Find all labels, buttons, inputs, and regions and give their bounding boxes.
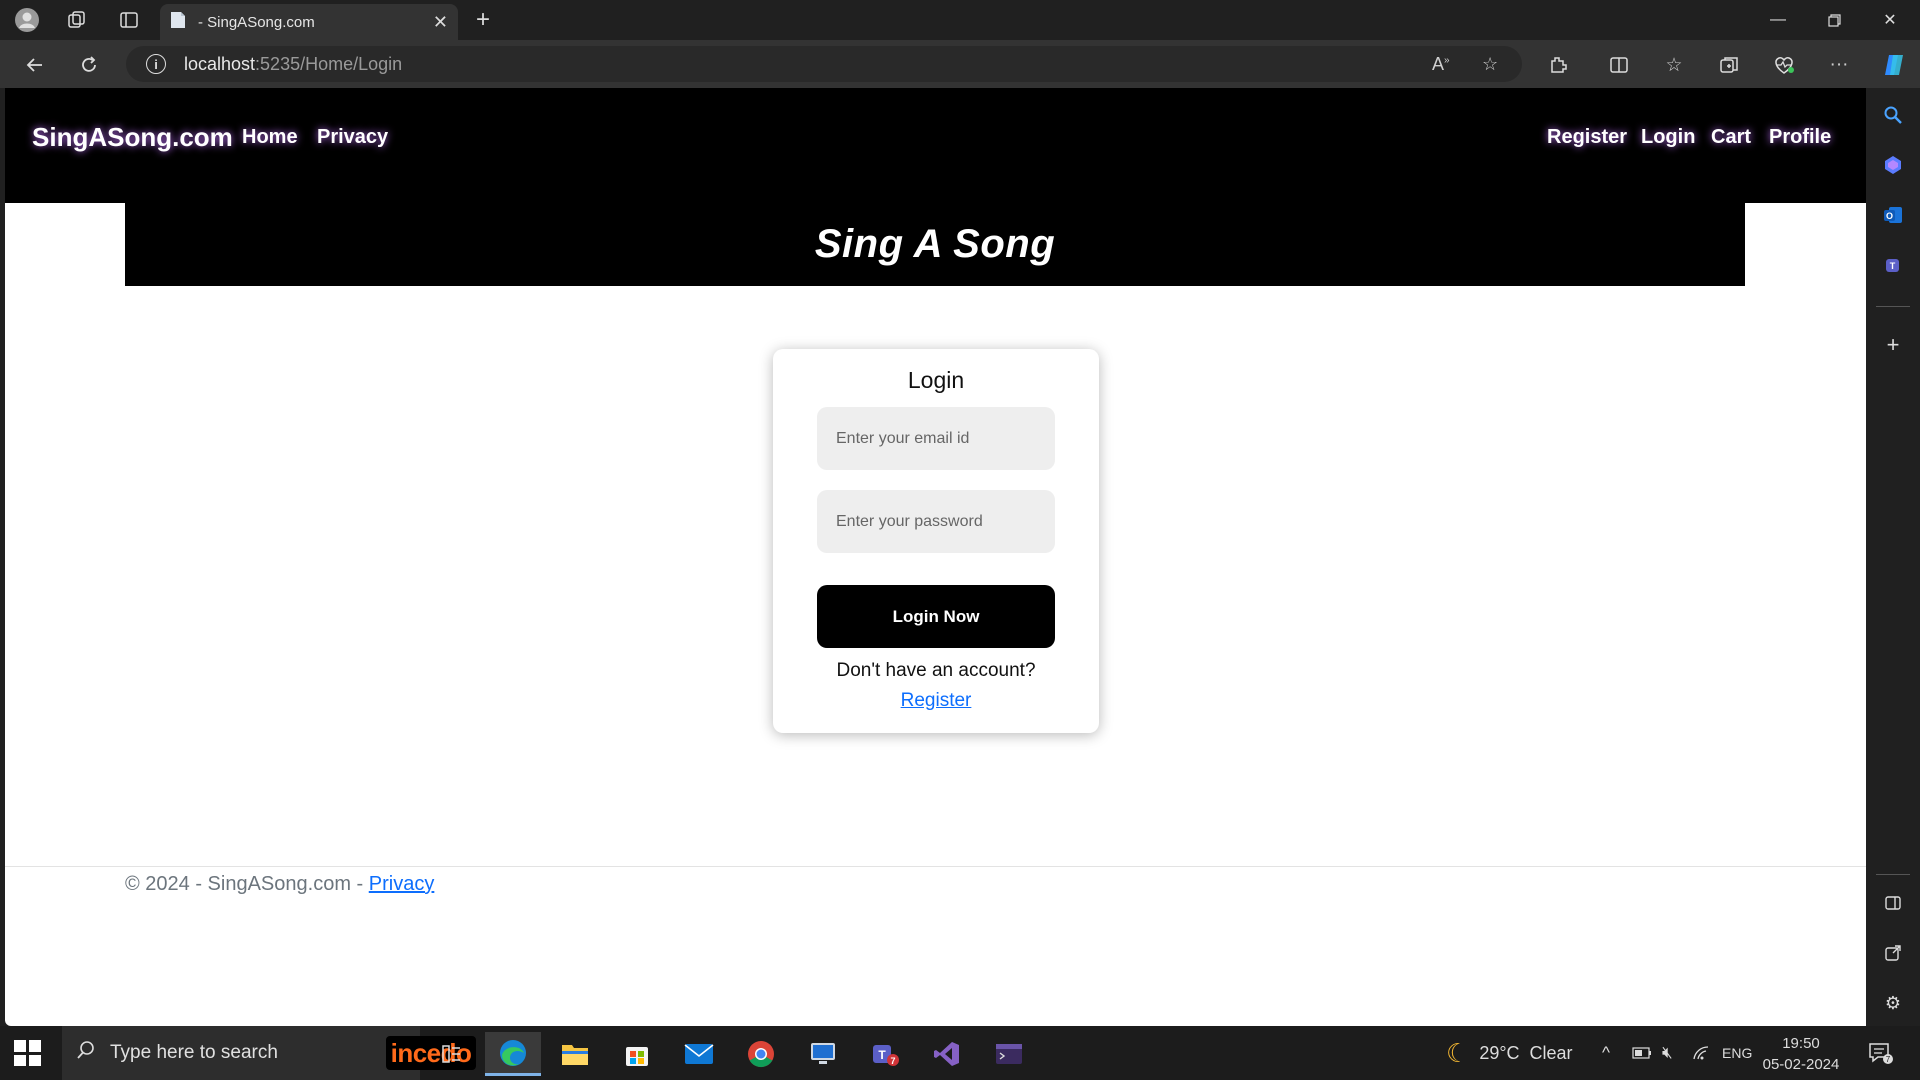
tray-chevron-up-icon[interactable]: ^ [1602,1026,1610,1080]
url-text[interactable]: localhost:5235/Home/Login [184,54,402,75]
close-tab-icon[interactable]: ✕ [433,12,448,33]
site-brand-link[interactable]: SingASong.com [32,122,233,153]
page-viewport: SingASong.com Home Privacy Register Logi… [5,88,1866,1026]
windows-taskbar: Type here to search incedo T7 ☾ 29°C Cle… [0,1026,1920,1080]
taskbar-mail-icon[interactable] [671,1032,727,1076]
sidebar-outlook-icon[interactable]: O [1878,200,1908,230]
browser-tab-bar: - SingASong.com ✕ + — ✕ [0,0,1920,40]
taskbar-visual-studio-icon[interactable] [919,1032,975,1076]
wifi-icon[interactable] [1692,1026,1710,1080]
login-now-button[interactable]: Login Now [817,585,1055,648]
profile-avatar-icon[interactable] [12,6,42,34]
sidebar-divider [1876,306,1910,307]
taskbar-remote-desktop-icon[interactable] [795,1032,851,1076]
taskbar-search-box[interactable]: Type here to search incedo [62,1026,476,1080]
taskbar-terminal-icon[interactable] [981,1032,1037,1076]
extensions-icon[interactable] [1542,50,1574,80]
taskbar-teams-icon[interactable]: T7 [857,1032,913,1076]
notification-center-icon[interactable]: 7 [1868,1026,1894,1080]
footer-privacy-link[interactable]: Privacy [369,873,435,895]
more-options-icon[interactable]: ··· [1823,50,1855,80]
battery-icon[interactable] [1632,1026,1652,1080]
nav-link-cart[interactable]: Cart [1711,126,1751,149]
footer-divider [5,866,1866,867]
nav-link-home[interactable]: Home [242,126,298,149]
close-window-icon[interactable]: ✕ [1862,0,1918,40]
banner-title: Sing A Song [814,222,1056,266]
svg-text:7: 7 [1886,1055,1891,1064]
nav-link-privacy[interactable]: Privacy [317,126,388,149]
sidebar-hide-icon[interactable] [1878,888,1908,918]
taskbar-store-icon[interactable] [609,1032,665,1076]
site-navbar: SingASong.com Home Privacy Register Logi… [5,88,1866,203]
address-toolbar: i localhost:5235/Home/Login A» ☆ ☆ ··· [0,40,1920,88]
back-arrow-icon[interactable] [18,50,52,80]
sidebar-divider [1876,874,1910,875]
read-aloud-icon[interactable]: A» [1432,54,1450,75]
active-tab[interactable]: - SingASong.com ✕ [160,4,458,40]
new-tab-button[interactable]: + [468,6,498,34]
copilot-icon[interactable] [1878,50,1910,80]
login-card: Login Login Now Don't have an account? R… [773,349,1099,733]
sidebar-teams-icon[interactable]: T [1878,250,1908,280]
volume-muted-icon[interactable]: 🔇︎ [1662,1026,1673,1080]
sidebar-settings-gear-icon[interactable]: ⚙ [1878,988,1908,1018]
svg-text:7: 7 [890,1056,895,1066]
windows-start-icon[interactable] [12,1038,42,1068]
sidebar-copilot-icon[interactable] [1878,150,1908,180]
collections-icon[interactable] [1713,50,1745,80]
svg-text:T: T [1890,261,1896,271]
password-input[interactable] [817,490,1055,553]
site-info-icon[interactable]: i [146,54,166,74]
search-icon [76,1040,96,1066]
no-account-text: Don't have an account? [836,660,1036,681]
edge-sidebar: O T + ⚙ [1866,88,1920,1026]
weather-text: 29°C Clear [1479,1042,1573,1063]
hero-banner: Sing A Song [125,203,1745,286]
url-bar[interactable]: i localhost:5235/Home/Login A» ☆ [126,46,1522,82]
favorite-star-icon[interactable]: ☆ [1482,54,1498,75]
register-link[interactable]: Register [773,690,1099,712]
favorites-icon[interactable]: ☆ [1658,50,1690,80]
email-input[interactable] [817,407,1055,470]
restore-window-icon[interactable] [1806,0,1862,40]
sidebar-add-icon[interactable]: + [1878,330,1908,360]
footer-copyright: © 2024 - SingASong.com - [125,873,369,895]
refresh-icon[interactable] [72,50,106,80]
tab-title: - SingASong.com [198,13,315,31]
taskbar-edge-icon[interactable] [485,1032,541,1076]
minimize-window-icon[interactable]: — [1750,0,1806,40]
task-view-icon[interactable] [423,1032,479,1076]
browser-essentials-icon[interactable] [1768,50,1800,80]
page-footer: © 2024 - SingASong.com - Privacy [125,873,434,896]
nav-link-register[interactable]: Register [1547,126,1627,149]
svg-text:O: O [1886,211,1893,221]
taskbar-search-placeholder: Type here to search [110,1042,278,1063]
svg-text:T: T [878,1048,886,1062]
nav-link-login[interactable]: Login [1641,126,1695,149]
weather-widget[interactable]: ☾ 29°C Clear [1446,1026,1573,1080]
taskbar-file-explorer-icon[interactable] [547,1032,603,1076]
taskbar-chrome-icon[interactable] [733,1032,789,1076]
sidebar-open-external-icon[interactable] [1878,938,1908,968]
clock-date: 05-02-2024 [1762,1056,1840,1073]
page-favicon-icon [170,11,186,33]
login-title: Login [907,367,965,393]
sidebar-search-icon[interactable] [1878,100,1908,130]
nav-link-profile[interactable]: Profile [1769,126,1831,149]
moon-weather-icon: ☾ [1446,1037,1470,1068]
taskbar-clock[interactable]: 19:50 05-02-2024 [1746,1033,1856,1075]
split-screen-icon[interactable] [1603,50,1635,80]
workspaces-icon[interactable] [62,6,92,34]
clock-time: 19:50 [1782,1035,1820,1052]
vertical-tabs-icon[interactable] [114,6,144,34]
